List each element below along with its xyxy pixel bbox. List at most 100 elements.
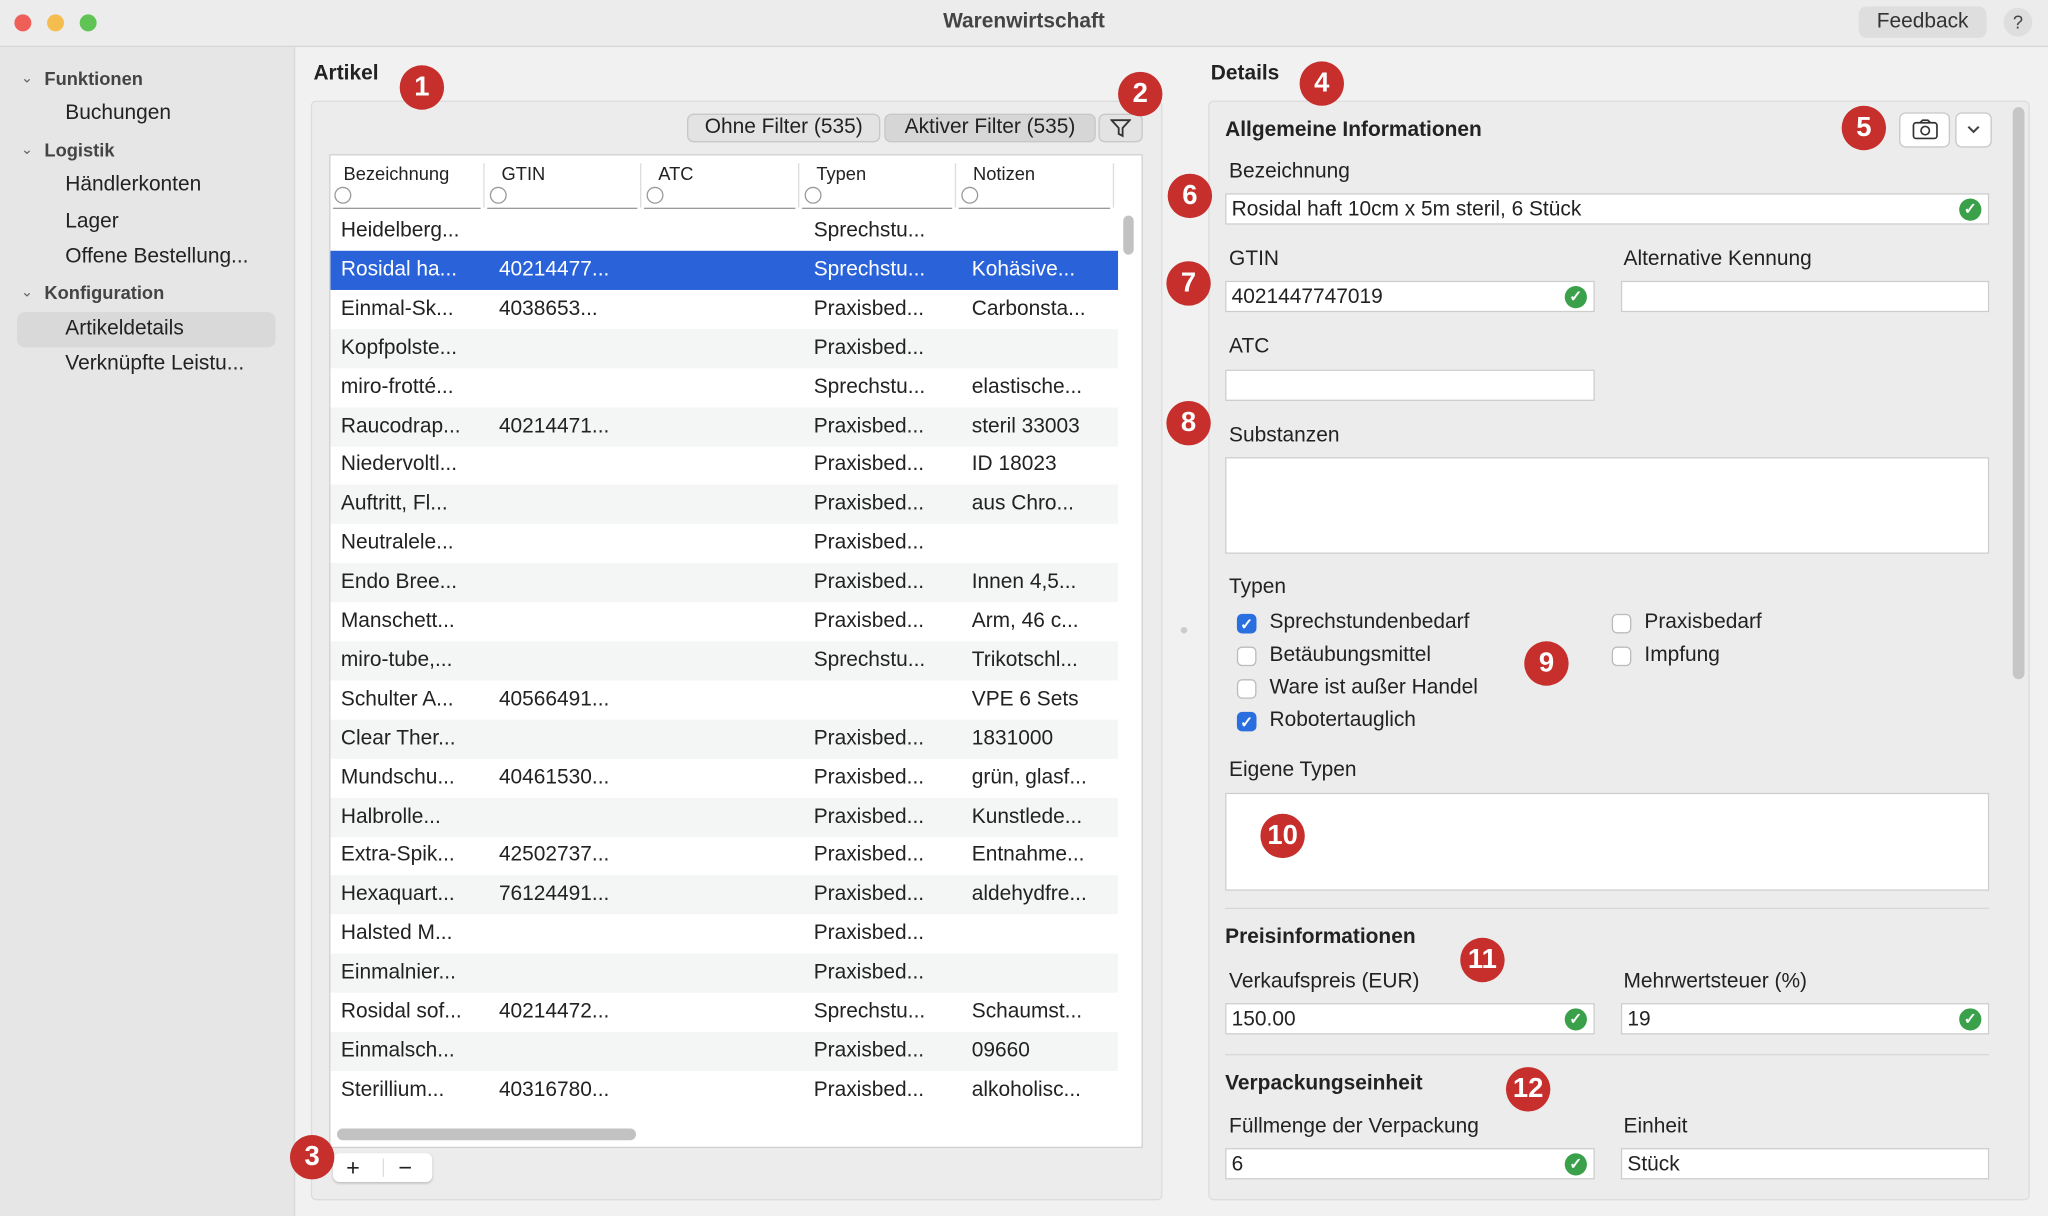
filter-active-button[interactable]: Aktiver Filter (535)	[884, 113, 1096, 143]
table-row[interactable]: Rosidal ha... 40214477... Sprechstu... Kohä…	[330, 250, 1119, 290]
checkbox-label[interactable]: Praxisbedarf	[1644, 611, 1761, 635]
sidebar-group-konfiguration[interactable]: Konfiguration	[44, 282, 164, 303]
table-cell: Innen 4,5...	[971, 570, 1077, 594]
column-divider[interactable]	[1112, 163, 1115, 208]
callout-badge: 5	[1841, 105, 1887, 151]
checkbox-label[interactable]: Robotertauglich	[1270, 709, 1416, 733]
chevron-down-icon[interactable]: ⌄	[21, 283, 33, 301]
table-cell: Halbrolle...	[340, 805, 441, 828]
checkbox[interactable]	[1611, 646, 1632, 667]
filter-none-button[interactable]: Ohne Filter (535)	[687, 113, 881, 143]
camera-options-button[interactable]	[1955, 112, 1992, 148]
column-filter-radio[interactable]	[961, 186, 979, 204]
sidebar-item-buchungen[interactable]: Buchungen	[65, 102, 171, 126]
substanzen-input[interactable]	[1225, 457, 1990, 554]
table-cell: Sprechstu...	[813, 219, 926, 242]
column-header-atc[interactable]: ATC	[658, 163, 693, 184]
help-button[interactable]: ?	[2003, 7, 2033, 37]
split-handle[interactable]	[1180, 626, 1188, 634]
chevron-down-icon[interactable]: ⌄	[21, 69, 33, 87]
vertical-scrollbar[interactable]	[1123, 215, 1134, 255]
unit-input[interactable]: Stück	[1620, 1148, 1990, 1180]
column-filter-radio[interactable]	[804, 186, 822, 204]
camera-button[interactable]	[1899, 112, 1951, 148]
table-row[interactable]: Niedervoltl... Praxisbed... ID 18023	[330, 446, 1118, 485]
vk-input[interactable]: 150.00	[1225, 1003, 1595, 1035]
table-row[interactable]: Raucodrap... 40214471... Praxisbed... steri…	[330, 406, 1119, 447]
column-filter-radio[interactable]	[334, 186, 352, 204]
gtin-input[interactable]: 4021447747019	[1225, 280, 1595, 313]
details-scrollbar[interactable]	[2012, 107, 2025, 680]
table-row[interactable]: Halsted M... Praxisbed...	[330, 915, 1118, 954]
table-row[interactable]: Manschett... Praxisbed... Arm, 46 c...	[330, 602, 1118, 641]
valid-check-icon: ✓	[1564, 1008, 1587, 1031]
column-header-typen[interactable]: Typen	[816, 163, 866, 184]
column-divider[interactable]	[798, 163, 800, 208]
callout-badge: 11	[1460, 937, 1505, 983]
table-row[interactable]: Schulter A... 40566491... VPE 6 Sets	[330, 680, 1118, 719]
atc-input[interactable]	[1225, 369, 1595, 401]
table-row[interactable]: Extra-Spik... 42502737... Praxisbed... Entn…	[330, 836, 1118, 875]
feedback-button[interactable]: Feedback	[1858, 6, 1987, 38]
bezeichnung-input[interactable]: Rosidal haft 10cm x 5m steril, 6 Stück	[1225, 193, 1990, 225]
mwst-input[interactable]: 19	[1620, 1003, 1990, 1035]
sidebar-group-logistik[interactable]: Logistik	[44, 140, 114, 161]
sidebar-group-funktionen[interactable]: Funktionen	[44, 68, 143, 89]
checkbox[interactable]: ✓	[1236, 711, 1257, 732]
table-row[interactable]: Sterillium... 40316780... Praxisbed... alko…	[330, 1071, 1118, 1110]
horizontal-scrollbar[interactable]	[336, 1128, 637, 1141]
filter-icon	[1109, 119, 1132, 138]
checkbox-label[interactable]: Betäubungsmittel	[1270, 644, 1431, 668]
column-divider[interactable]	[483, 163, 485, 208]
checkbox-label[interactable]: Ware ist außer Handel	[1270, 677, 1478, 701]
table-row[interactable]: miro-tube,... Sprechstu... Trikotschl...	[330, 641, 1119, 681]
callout-badge: 8	[1166, 400, 1211, 446]
checkbox[interactable]	[1236, 646, 1257, 667]
column-divider[interactable]	[954, 163, 957, 208]
column-divider[interactable]	[639, 163, 642, 208]
table-row[interactable]: Neutralele... Praxisbed...	[330, 524, 1118, 563]
checkbox[interactable]: ✓	[1236, 613, 1257, 634]
table-row[interactable]: Rosidal sof... 40214472... Sprechstu... Sch…	[330, 993, 1118, 1032]
price-title: Preisinformationen	[1225, 926, 1416, 949]
table-cell: Praxisbed...	[813, 961, 925, 984]
table-cell: Rosidal ha...	[340, 258, 458, 281]
table-row[interactable]: Endo Bree... Praxisbed... Innen 4,5...	[330, 563, 1119, 603]
table-row[interactable]: miro-frotté... Sprechstu... elastische...	[330, 368, 1118, 407]
table-cell: Kopfpolste...	[340, 336, 458, 359]
title-bar: Warenwirtschaft Feedback ?	[0, 0, 2048, 48]
table-row[interactable]: Heidelberg... Sprechstu...	[330, 212, 1118, 251]
column-header-gtin[interactable]: GTIN	[502, 163, 546, 184]
table-row[interactable]: Auftritt, Fl... Praxisbed... aus Chro...	[330, 484, 1119, 525]
table-row[interactable]: Kopfpolste... Praxisbed...	[330, 328, 1119, 368]
table-row[interactable]: Einmalsch... Praxisbed... 09660	[330, 1031, 1119, 1071]
table-row[interactable]: Mundschu... 40461530... Praxisbed... grün, …	[330, 758, 1118, 797]
table-cell: Schaumst...	[971, 1000, 1083, 1023]
sidebar-item-offene-bestellungen[interactable]: Offene Bestellung...	[65, 246, 248, 270]
column-filter-radio[interactable]	[646, 186, 664, 204]
column-filter-radio[interactable]	[489, 186, 507, 204]
table-cell: Mundschu...	[340, 766, 455, 789]
eigene-typen-input[interactable]	[1225, 792, 1990, 891]
fill-input[interactable]: 6	[1225, 1148, 1595, 1180]
table-row[interactable]: Hexaquart... 76124491... Praxisbed... aldeh…	[330, 875, 1119, 915]
remove-button[interactable]: −	[398, 1153, 412, 1182]
column-header-bezeichnung[interactable]: Bezeichnung	[344, 163, 450, 184]
sidebar-item-lager[interactable]: Lager	[65, 210, 118, 234]
add-button[interactable]: +	[346, 1153, 360, 1182]
checkbox-label[interactable]: Impfung	[1644, 644, 1720, 668]
sidebar-item-haendlerkonten[interactable]: Händlerkonten	[65, 174, 201, 198]
checkbox[interactable]	[1236, 679, 1257, 699]
checkbox-label[interactable]: Sprechstundenbedarf	[1270, 611, 1470, 635]
sidebar-item-verknuepfte-leistungen[interactable]: Verknüpfte Leistu...	[65, 353, 244, 377]
chevron-down-icon[interactable]: ⌄	[21, 141, 33, 158]
table-row[interactable]: Halbrolle... Praxisbed... Kunstlede...	[330, 797, 1119, 837]
table-row[interactable]: Clear Ther... Praxisbed... 1831000	[330, 719, 1119, 759]
alt-kennung-input[interactable]	[1620, 280, 1990, 313]
column-header-notizen[interactable]: Notizen	[973, 163, 1035, 184]
table-row[interactable]: Einmal-Sk... 4038653... Praxisbed... Carbon…	[330, 290, 1118, 329]
table-row[interactable]: Einmalnier... Praxisbed...	[330, 953, 1119, 993]
filter-button[interactable]	[1098, 113, 1143, 143]
sidebar-item-artikeldetails[interactable]: Artikeldetails	[65, 317, 183, 341]
checkbox[interactable]	[1611, 613, 1632, 634]
